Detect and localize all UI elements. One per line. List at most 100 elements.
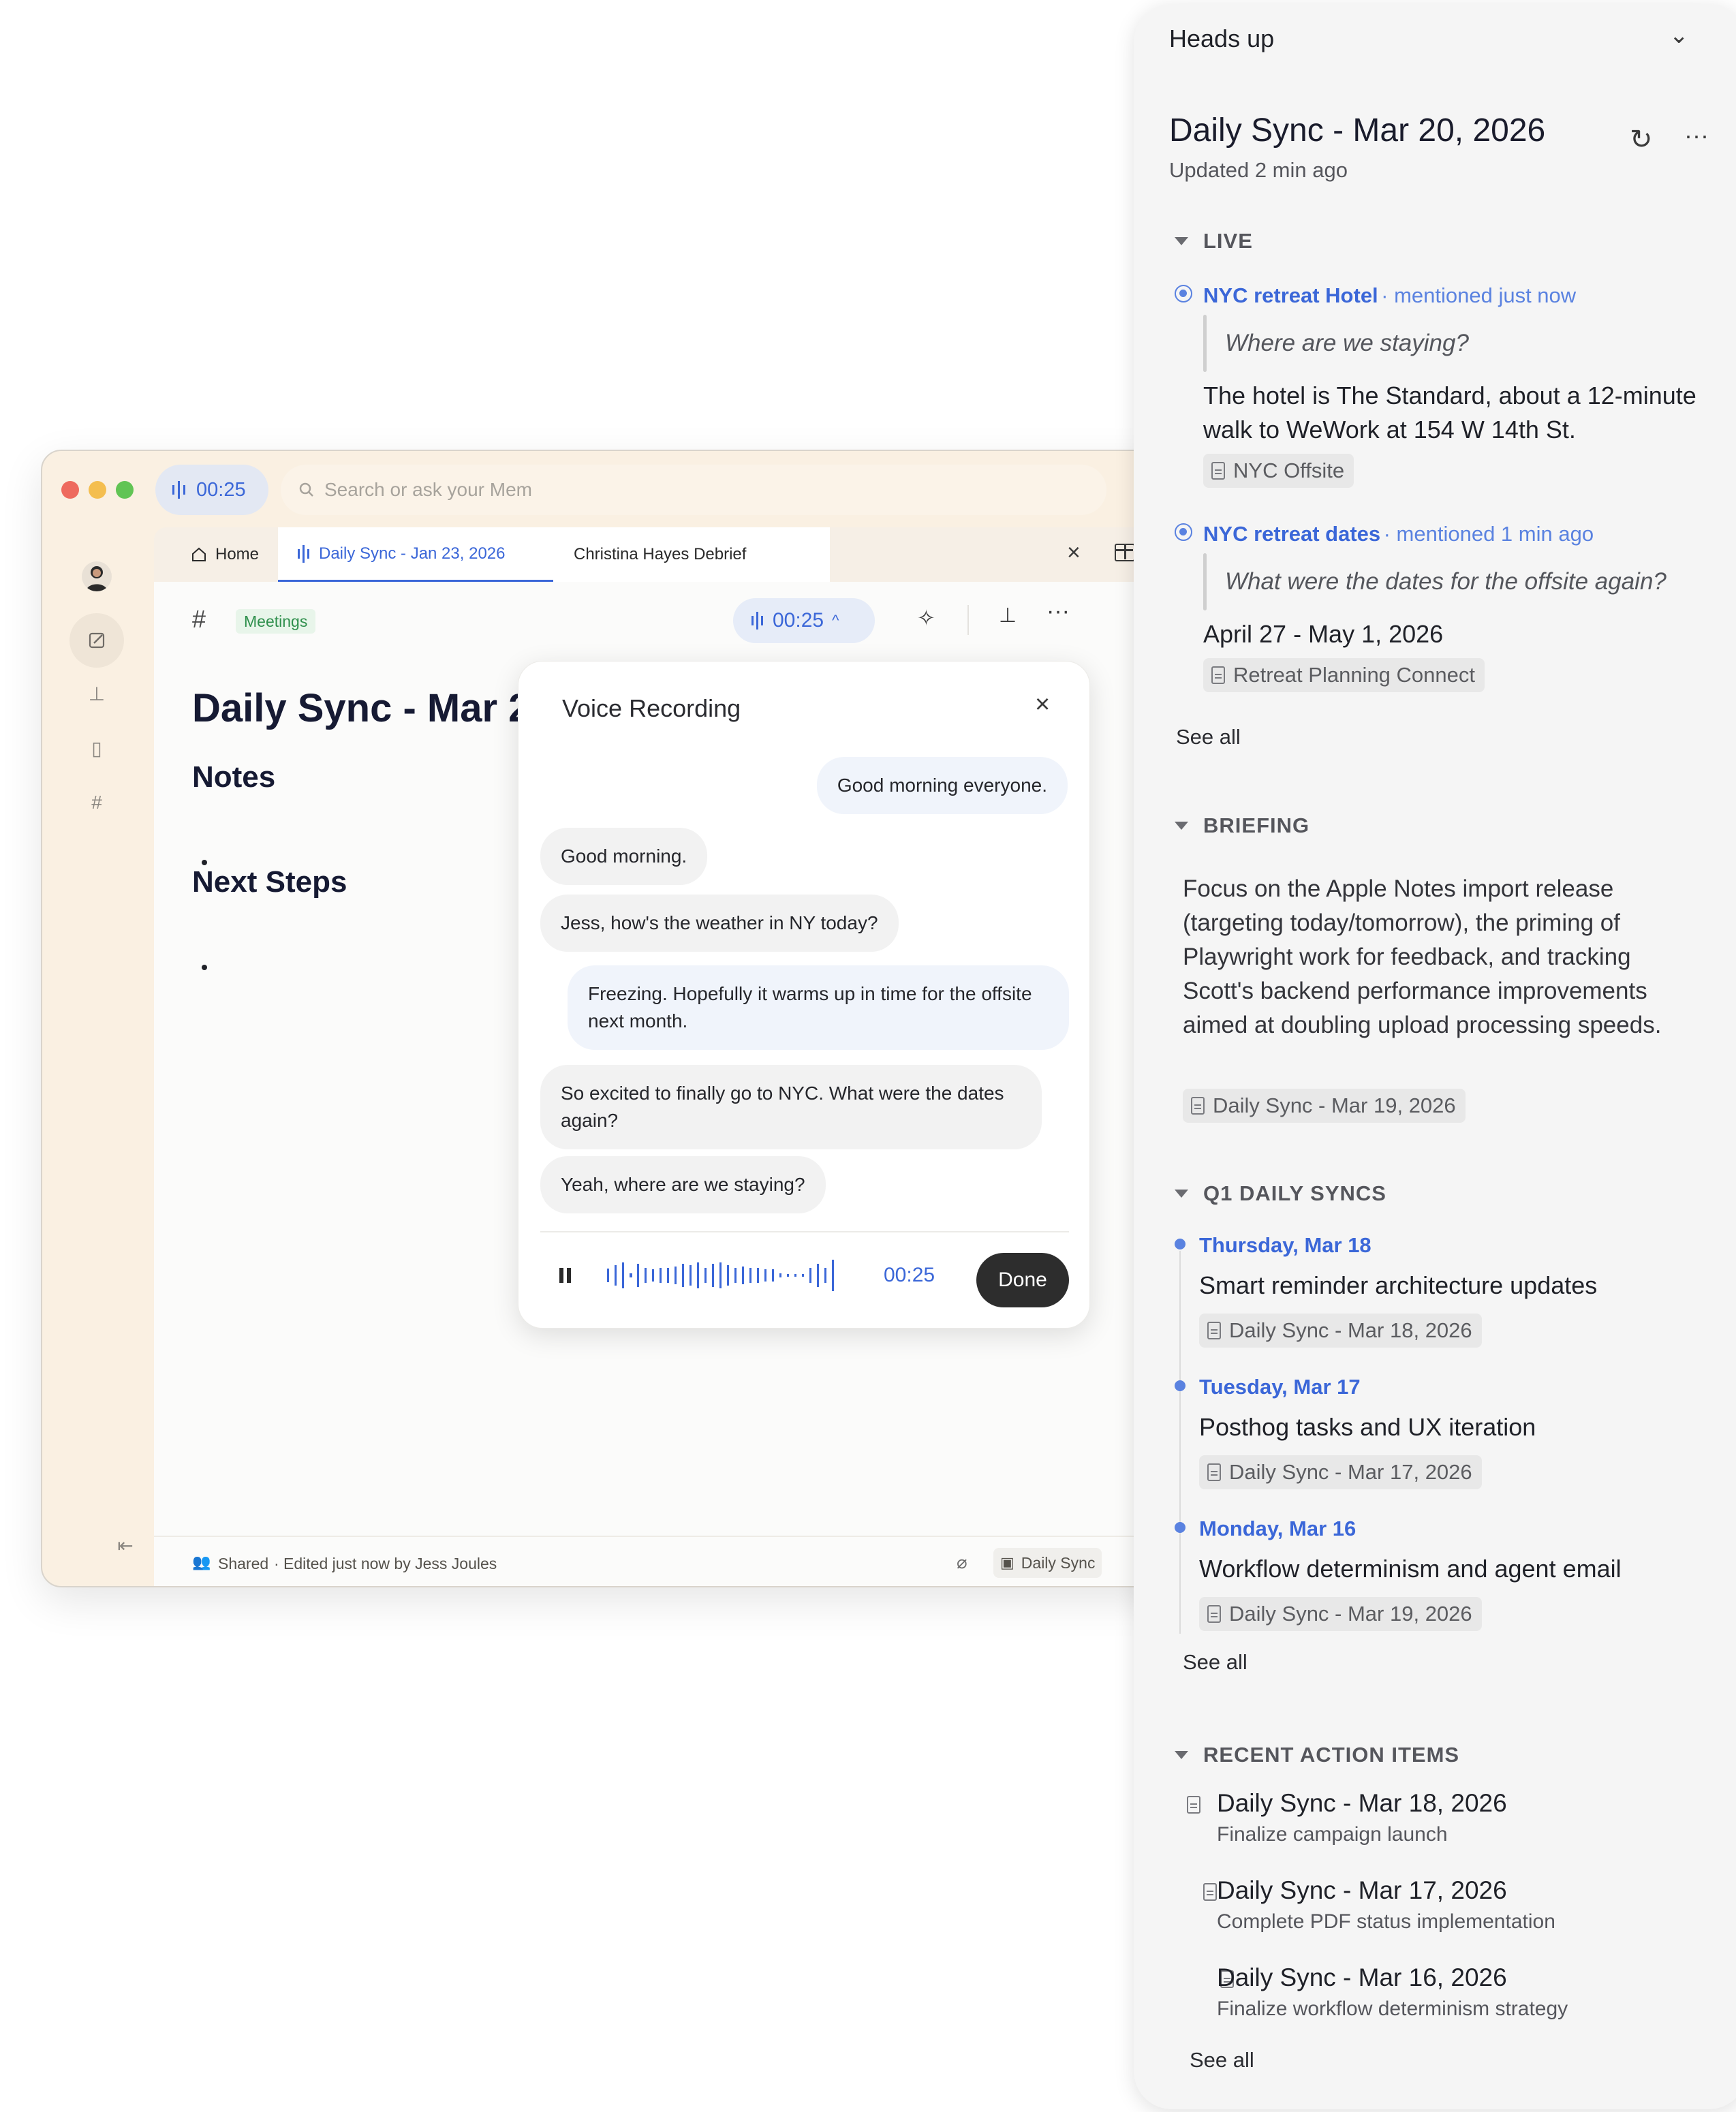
heading-next-steps[interactable]: Next Steps (192, 865, 347, 899)
attachment-icon[interactable]: ⌀ (957, 1552, 967, 1573)
close-icon[interactable]: × (1035, 690, 1050, 719)
sync-title[interactable]: Workflow determinism and agent email (1199, 1555, 1622, 1583)
tag-meetings[interactable]: Meetings (236, 609, 316, 634)
mention-icon (1175, 523, 1192, 541)
panel-title: Heads up (1169, 25, 1275, 52)
window-maximize-button[interactable] (116, 481, 134, 499)
voice-recording-popup: Voice Recording × Good morning everyone.… (518, 661, 1090, 1329)
caret-down-icon[interactable] (1175, 237, 1188, 245)
split-view-icon[interactable] (1115, 544, 1135, 561)
caret-down-icon[interactable] (1175, 1751, 1188, 1759)
avatar[interactable] (82, 561, 112, 591)
live-item-1[interactable]: NYC retreat Hotel · mentioned just now (1203, 283, 1576, 308)
note-footer: 👥 Shared · Edited just now by Jess Joule… (154, 1536, 1161, 1586)
source-chip[interactable]: Daily Sync - Mar 19, 2026 (1199, 1597, 1482, 1631)
document-icon (1191, 1097, 1205, 1115)
source-chip[interactable]: NYC Offsite (1203, 454, 1354, 488)
message-bubble: Good morning everyone. (816, 757, 1068, 814)
action-item-title[interactable]: Daily Sync - Mar 17, 2026 (1217, 1876, 1507, 1905)
sync-title[interactable]: Posthog tasks and UX iteration (1199, 1413, 1536, 1442)
action-item-subtitle: Finalize campaign launch (1217, 1823, 1448, 1846)
section-heading-recent-action-items[interactable]: RECENT ACTION ITEMS (1203, 1743, 1459, 1767)
tab-bar: Home Daily Sync - Jan 23, 2026 Christina… (154, 527, 1161, 582)
live-item-2[interactable]: NYC retreat dates · mentioned 1 min ago (1203, 522, 1594, 546)
document-icon (1203, 1883, 1218, 1901)
sync-title[interactable]: Smart reminder architecture updates (1199, 1271, 1597, 1300)
document-icon (1211, 462, 1225, 480)
sync-day: Tuesday, Mar 17 (1199, 1375, 1361, 1399)
caret-down-icon[interactable] (1175, 822, 1188, 830)
window-close-button[interactable] (61, 481, 79, 499)
search-placeholder: Search or ask your Mem (324, 479, 532, 500)
pin-icon[interactable]: ⊥ (999, 604, 1017, 627)
magic-wand-icon[interactable]: ✧ (917, 605, 935, 631)
see-all-link[interactable]: See all (1190, 2048, 1254, 2072)
waveform-icon (172, 481, 185, 499)
sync-day: Monday, Mar 16 (1199, 1517, 1357, 1540)
more-options-icon[interactable]: ··· (1047, 598, 1070, 625)
quote-bar (1203, 553, 1207, 610)
tab-daily-sync[interactable]: Daily Sync - Jan 23, 2026 (278, 527, 553, 582)
more-options-icon[interactable]: ··· (1684, 121, 1709, 150)
source-chip[interactable]: Retreat Planning Connect (1203, 658, 1485, 692)
close-tab-icon[interactable]: × (1067, 540, 1081, 566)
hashtag-icon: # (192, 605, 206, 633)
collection-chip[interactable]: ▣ Daily Sync (993, 1548, 1102, 1578)
pause-icon[interactable] (559, 1268, 572, 1283)
sync-day: Thursday, Mar 18 (1199, 1233, 1371, 1257)
timeline-line (1179, 1251, 1181, 1634)
section-heading-live[interactable]: LIVE (1203, 229, 1253, 253)
action-item-subtitle: Complete PDF status implementation (1217, 1910, 1555, 1933)
caret-down-icon[interactable] (1175, 1190, 1188, 1198)
shared-label[interactable]: Shared (218, 1555, 268, 1573)
done-button[interactable]: Done (976, 1253, 1069, 1307)
source-chip[interactable]: Daily Sync - Mar 17, 2026 (1199, 1455, 1482, 1489)
sidebar-icon[interactable]: ▯ (76, 737, 117, 760)
source-chip[interactable]: Daily Sync - Mar 18, 2026 (1199, 1314, 1482, 1348)
message-bubble: Yeah, where are we staying? (540, 1156, 826, 1213)
action-item-title[interactable]: Daily Sync - Mar 16, 2026 (1217, 1963, 1507, 1992)
heads-up-panel: Heads up ⌄ Daily Sync - Mar 20, 2026 Upd… (1134, 4, 1736, 2109)
timeline-dot (1175, 1522, 1185, 1533)
window-minimize-button[interactable] (89, 481, 106, 499)
bullet-point[interactable] (202, 965, 207, 970)
pin-icon[interactable]: ⊥ (76, 683, 117, 705)
bullet-point[interactable] (202, 860, 207, 865)
hashtag-icon[interactable]: # (76, 792, 117, 813)
heading-notes[interactable]: Notes (192, 760, 275, 794)
refresh-icon[interactable]: ↻ (1630, 124, 1653, 155)
search-icon (299, 482, 313, 497)
source-chip[interactable]: Daily Sync - Mar 19, 2026 (1183, 1089, 1466, 1123)
collapse-sidebar-icon[interactable]: ⇤ (105, 1534, 146, 1557)
question-quote: What were the dates for the offsite agai… (1225, 568, 1667, 595)
toolbar-divider (967, 605, 969, 635)
recording-timer: 00:25 (884, 1264, 935, 1286)
briefing-text: Focus on the Apple Notes import release … (1183, 875, 1662, 1038)
new-note-button[interactable] (69, 613, 124, 668)
see-all-link[interactable]: See all (1176, 725, 1241, 749)
updated-status: Updated 2 min ago (1169, 158, 1348, 182)
chevron-down-icon[interactable]: ⌄ (1669, 22, 1689, 49)
action-item-subtitle: Finalize workflow determinism strategy (1217, 1998, 1568, 2020)
audio-waveform (607, 1260, 834, 1291)
toolbar-recording-button[interactable]: 00:25 ^ (733, 598, 875, 643)
waveform-icon (298, 544, 309, 563)
section-heading-briefing[interactable]: BRIEFING (1203, 813, 1309, 838)
meeting-title: Daily Sync - Mar 20, 2026 (1169, 112, 1546, 149)
document-icon (1207, 1605, 1221, 1623)
recording-timer: 00:25 (196, 478, 246, 501)
see-all-link[interactable]: See all (1183, 1650, 1247, 1675)
document-icon (1187, 1796, 1200, 1814)
message-bubble: Freezing. Hopefully it warms up in time … (568, 965, 1069, 1050)
popup-title: Voice Recording (562, 694, 741, 722)
tab-home[interactable]: Home (191, 527, 259, 582)
search-input[interactable]: Search or ask your Mem (281, 465, 1106, 515)
action-item-title[interactable]: Daily Sync - Mar 18, 2026 (1217, 1789, 1507, 1818)
section-heading-q1-daily-syncs[interactable]: Q1 DAILY SYNCS (1203, 1181, 1386, 1206)
document-icon (1207, 1463, 1221, 1481)
answer-text: The hotel is The Standard, about a 12-mi… (1203, 382, 1696, 444)
recording-indicator[interactable]: 00:25 (155, 465, 268, 515)
tab-christina-hayes-debrief[interactable]: Christina Hayes Debrief (553, 527, 830, 582)
quote-bar (1203, 315, 1207, 372)
timeline-dot (1175, 1239, 1185, 1249)
